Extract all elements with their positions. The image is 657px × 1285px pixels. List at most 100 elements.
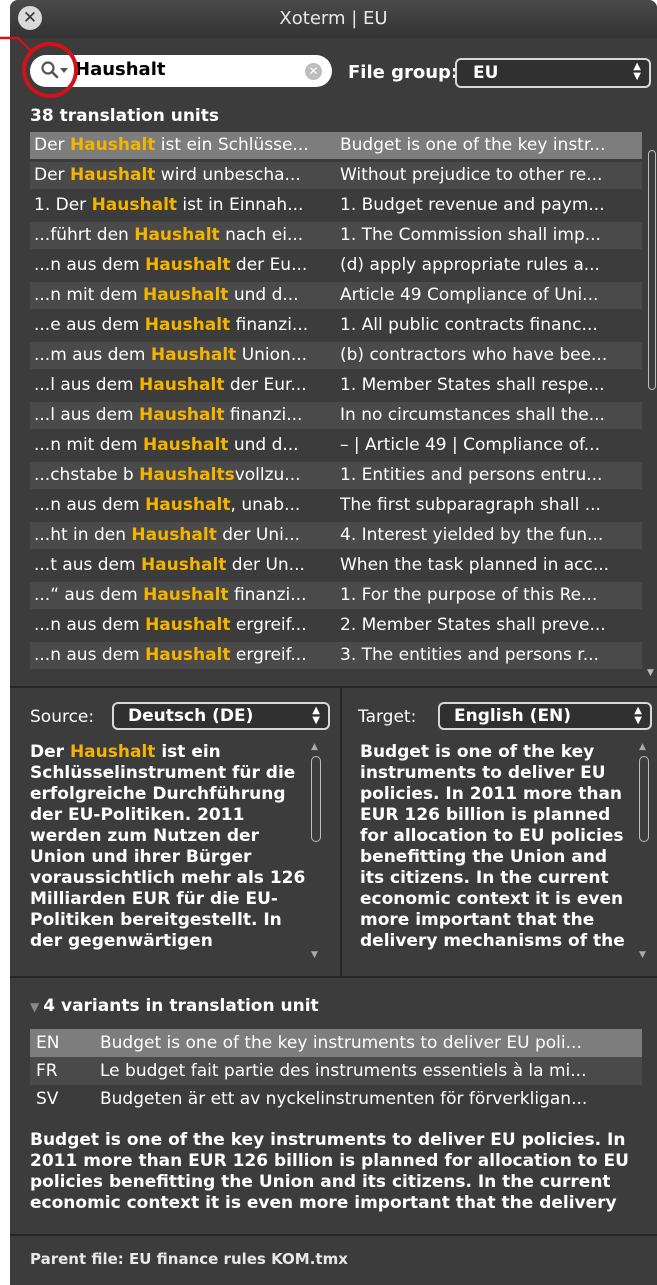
source-text: Union... (236, 345, 308, 365)
translation-unit-row[interactable]: ...n aus dem Haushalt, unab... The first … (30, 492, 642, 519)
translation-unit-row[interactable]: ...n mit dem Haushalt und d... Article 49… (30, 282, 642, 309)
source-cell: ...n aus dem Haushalt ergreif... (34, 612, 336, 639)
source-text: nach ei... (219, 225, 304, 245)
target-cell: Article 49 Compliance of Uni... (340, 285, 599, 305)
target-language-select[interactable]: English (EN) ▲ ▼ (438, 702, 652, 730)
target-language-value: English (EN) (454, 706, 572, 726)
target-cell: 3. The entities and persons r... (340, 645, 599, 665)
source-cell: 1. Der Haushalt ist in Einnah... (34, 192, 336, 219)
search-highlight: Haushalt (145, 645, 231, 665)
variant-text: Budget is one of the key instruments to … (100, 1033, 582, 1053)
source-text: ...t aus dem (34, 555, 141, 575)
source-text: finanzi... (228, 585, 307, 605)
source-highlight: Haushalt (69, 742, 156, 762)
source-text: , unab... (230, 495, 301, 515)
target-cell: Without prejudice to other re... (340, 165, 603, 185)
scroll-thumb[interactable] (311, 756, 321, 842)
source-text: ...n mit dem (34, 435, 143, 455)
disclosure-triangle-icon[interactable]: ▼ (30, 1000, 39, 1014)
translation-unit-row[interactable]: ...“ aus dem Haushalt finanzi... 1. For t… (30, 582, 642, 609)
search-highlight: Haushalt (143, 585, 229, 605)
updown-icon: ▲ ▼ (634, 705, 642, 726)
file-group-select[interactable]: EU ▲ ▼ (455, 58, 651, 88)
source-text: ...m aus dem (34, 345, 151, 365)
search-highlight: Haushalt (145, 615, 231, 635)
translation-unit-row[interactable]: ...e aus dem Haushalt finanzi... 1. All p… (30, 312, 642, 339)
search-highlight: Haushalts (139, 465, 235, 485)
scroll-thumb[interactable] (639, 756, 649, 842)
file-group-value: EU (473, 63, 499, 83)
variant-row[interactable]: FR Le budget fait partie des instruments … (30, 1057, 642, 1085)
source-cell: ...t aus dem Haushalt der Un... (34, 552, 336, 579)
scroll-up-icon[interactable]: ▲ (639, 742, 646, 752)
scroll-up-icon[interactable]: ▲ (311, 742, 318, 752)
variant-row[interactable]: SV Budgeten är ett av nyckelinstrumenten … (30, 1085, 642, 1113)
source-text: ...führt den (34, 225, 135, 245)
translation-unit-row[interactable]: ...n aus dem Haushalt der Eu... (d) apply… (30, 252, 642, 279)
divider (10, 976, 657, 978)
target-cell: 4. Interest yielded by the fun... (340, 525, 604, 545)
source-text: ...l aus dem (34, 405, 140, 425)
source-text: ...n aus dem (34, 645, 146, 665)
search-highlight: Haushalt (139, 405, 225, 425)
scroll-down-icon[interactable]: ▼ (311, 950, 318, 960)
clear-search-icon[interactable]: ✕ (305, 63, 322, 80)
variant-text: Le budget fait partie des instruments es… (100, 1061, 587, 1081)
source-text: ...n mit dem (34, 285, 143, 305)
scroll-down-icon[interactable]: ▼ (647, 668, 654, 678)
search-highlight: Haushalt (142, 285, 229, 305)
source-cell: ...ht in den Haushalt der Uni... (34, 522, 336, 549)
source-text: ...chstabe b (34, 465, 140, 485)
target-scrollbar[interactable]: ▲ ▼ (638, 742, 650, 960)
variants-table[interactable]: EN Budget is one of the key instruments t… (30, 1029, 642, 1113)
variants-header[interactable]: ▼ 4 variants in translation unit (30, 996, 319, 1016)
search-highlight: Haushalt (131, 525, 217, 545)
translation-unit-row[interactable]: ...m aus dem Haushalt Union... (b) contra… (30, 342, 642, 369)
variant-row[interactable]: EN Budget is one of the key instruments t… (30, 1029, 642, 1057)
source-text: der Eur... (224, 375, 307, 395)
source-cell: ...m aus dem Haushalt Union... (34, 342, 336, 369)
variant-language-code: SV (36, 1089, 59, 1109)
target-label: Target: (358, 707, 417, 727)
source-text: ...n aus dem (34, 255, 146, 275)
updown-icon: ▲ ▼ (633, 61, 641, 82)
source-cell: ...l aus dem Haushalt finanzi... (34, 402, 336, 429)
source-scrollbar[interactable]: ▲ ▼ (310, 742, 322, 960)
translation-unit-row[interactable]: ...n aus dem Haushalt ergreif... 2. Membe… (30, 612, 642, 639)
source-text: finanzi... (230, 315, 309, 335)
translation-unit-row[interactable]: ...t aus dem Haushalt der Un... When the … (30, 552, 642, 579)
search-highlight: Haushalt (91, 195, 178, 215)
source-cell: ...chstabe b Haushaltsvollzu... (34, 462, 336, 489)
target-text: Budget is one of the key instruments to … (360, 742, 625, 951)
list-scrollbar[interactable]: ▼ (646, 150, 657, 678)
translation-unit-row[interactable]: 1. Der Haushalt ist in Einnah... 1. Budge… (30, 192, 642, 219)
translation-unit-row[interactable]: ...l aus dem Haushalt finanzi... In no ci… (30, 402, 642, 429)
search-highlight: Haushalt (69, 165, 156, 185)
source-text: und d... (228, 435, 299, 455)
source-text: ergreif... (230, 645, 307, 665)
translation-unit-row[interactable]: ...ht in den Haushalt der Uni... 4. Inter… (30, 522, 642, 549)
variants-header-label: 4 variants in translation unit (43, 996, 319, 1016)
translation-unit-row[interactable]: ...chstabe b Haushaltsvollzu... 1. Entiti… (30, 462, 642, 489)
translation-unit-row[interactable]: ...führt den Haushalt nach ei... 1. The C… (30, 222, 642, 249)
scroll-thumb[interactable] (648, 150, 656, 390)
source-text: finanzi... (224, 405, 303, 425)
scroll-down-icon[interactable]: ▼ (639, 950, 646, 960)
translation-unit-row[interactable]: ...n aus dem Haushalt ergreif... 3. The e… (30, 642, 642, 669)
source-text: Der (34, 165, 70, 185)
search-highlight: Haushalt (134, 225, 220, 245)
translation-unit-row[interactable]: ...n mit dem Haushalt und d... – | Articl… (30, 432, 642, 459)
translation-unit-row[interactable]: Der Haushalt ist ein Schlüsse... Budget i… (30, 132, 642, 159)
translation-unit-row[interactable]: ...l aus dem Haushalt der Eur... 1. Membe… (30, 372, 642, 399)
search-highlight: Haushalt (144, 315, 231, 335)
source-cell: ...führt den Haushalt nach ei... (34, 222, 336, 249)
target-cell: 2. Member States shall preve... (340, 615, 606, 635)
source-cell: ...n mit dem Haushalt und d... (34, 282, 336, 309)
target-cell: (d) apply appropriate rules a... (340, 255, 600, 275)
translation-unit-row[interactable]: Der Haushalt wird unbescha... Without pre… (30, 162, 642, 189)
search-highlight: Haushalt (145, 495, 231, 515)
source-text: und d... (228, 285, 299, 305)
translation-unit-list[interactable]: Der Haushalt ist ein Schlüsse... Budget i… (30, 132, 642, 678)
source-language-select[interactable]: Deutsch (DE) ▲ ▼ (112, 702, 330, 730)
title-bar: ✕ Xoterm | EU (10, 0, 657, 38)
